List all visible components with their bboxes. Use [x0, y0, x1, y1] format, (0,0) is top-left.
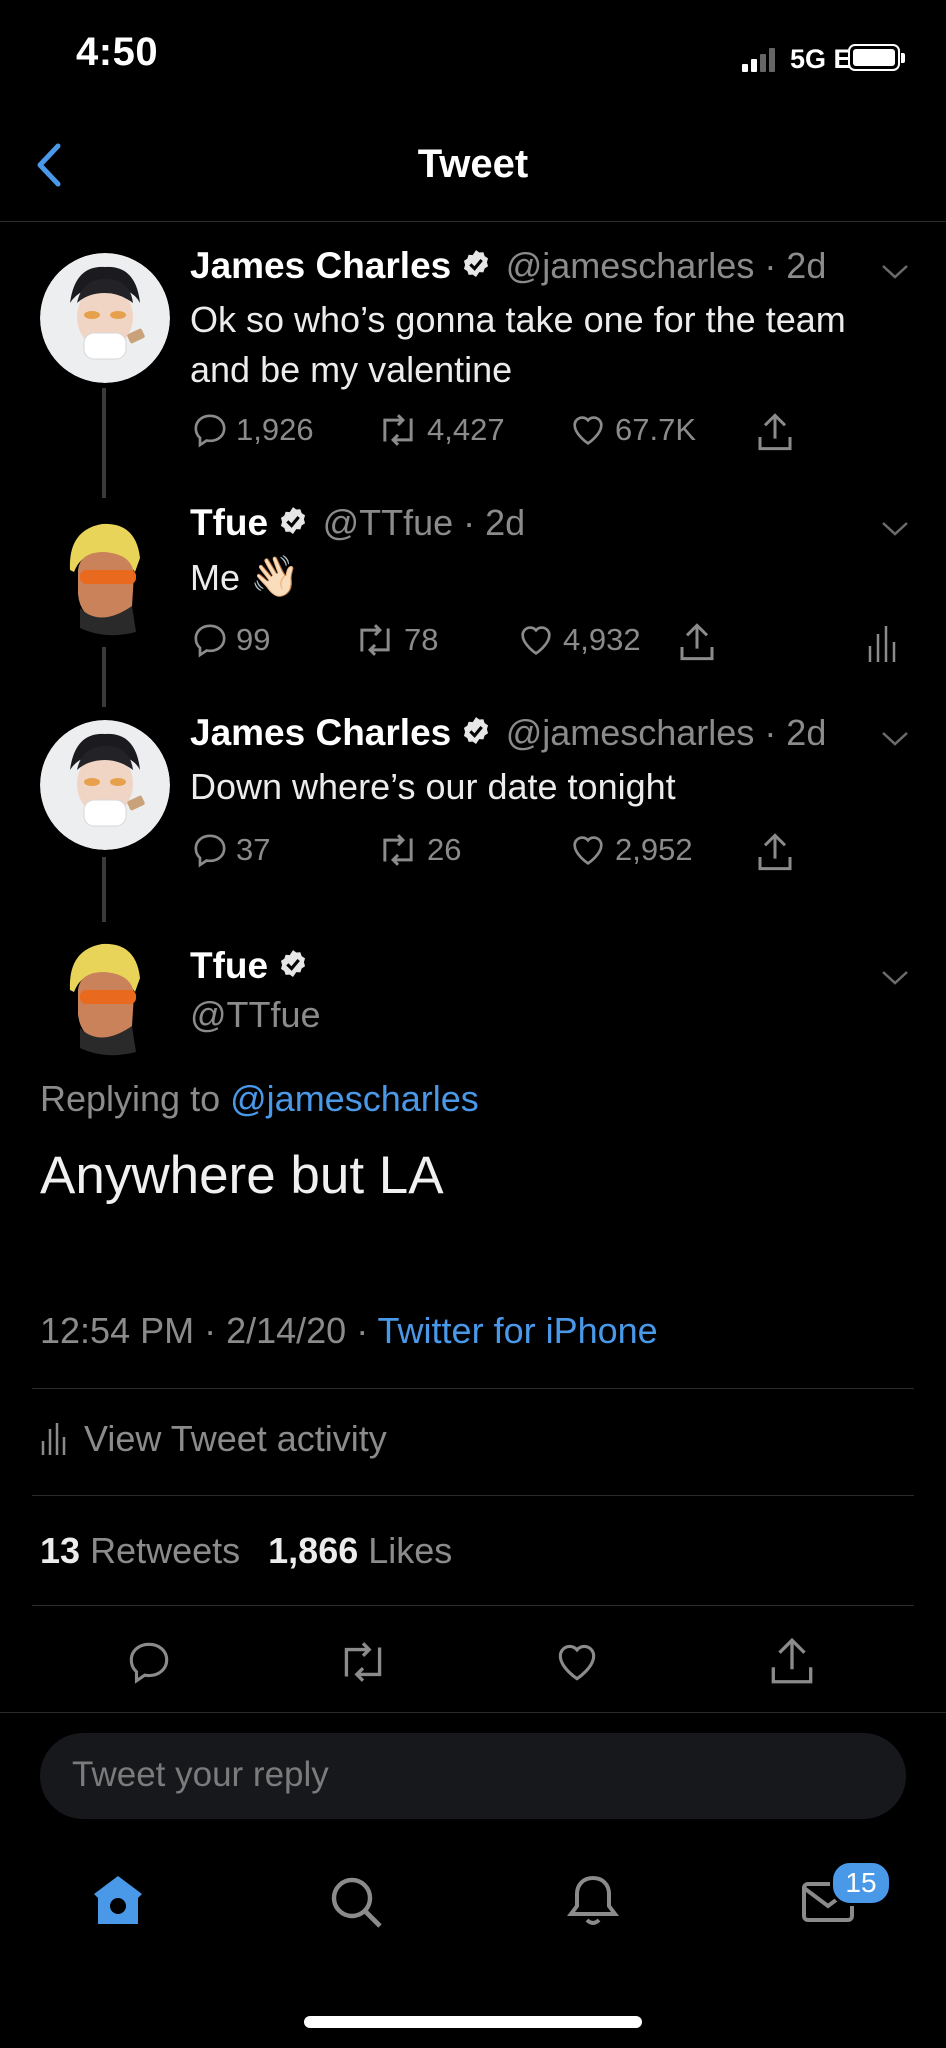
analytics-icon[interactable]	[866, 624, 896, 664]
reply-action[interactable]: 37	[190, 830, 270, 870]
verified-badge-icon	[281, 507, 306, 535]
thread-line	[102, 857, 106, 922]
engagement-stats: 13 Retweets 1,866 Likes	[40, 1530, 452, 1572]
replying-to: Replying to @jamescharles	[40, 1078, 479, 1119]
share-icon[interactable]	[677, 620, 717, 664]
retweet-action[interactable]: 78	[352, 620, 438, 660]
source-link[interactable]: Twitter for iPhone	[378, 1310, 658, 1351]
share-icon[interactable]	[755, 410, 795, 454]
view-activity-button[interactable]: View Tweet activity	[40, 1418, 387, 1460]
reply-icon	[194, 834, 226, 868]
retweet-icon	[360, 624, 390, 656]
reply-placeholder: Tweet your reply	[72, 1755, 329, 1794]
divider	[32, 1388, 914, 1389]
reply-action[interactable]: 99	[190, 620, 270, 660]
tweet-header: Tfue @TTfue · 2d	[190, 502, 870, 544]
handle: @jamescharles · 2d	[505, 712, 827, 753]
main-tweet-author[interactable]: Tfue	[190, 945, 310, 987]
display-name[interactable]: Tfue	[190, 945, 268, 986]
retweet-action[interactable]: 4,427	[375, 410, 505, 450]
heart-icon	[573, 416, 603, 445]
avatar-jamescharles[interactable]	[40, 253, 170, 383]
thread-line	[102, 647, 106, 707]
reply-icon	[194, 414, 226, 448]
avatar-tfue[interactable]	[40, 510, 170, 640]
retweet-icon[interactable]	[334, 1637, 392, 1687]
share-icon[interactable]	[755, 830, 795, 874]
analytics-icon	[41, 1423, 66, 1455]
share-icon[interactable]	[767, 1634, 817, 1688]
heart-icon	[521, 626, 551, 655]
likes-stat[interactable]: 1,866 Likes	[268, 1530, 452, 1571]
chevron-down-icon[interactable]	[880, 519, 910, 539]
verified-badge-icon	[464, 250, 489, 278]
display-name[interactable]: James Charles	[190, 245, 451, 286]
like-action[interactable]: 2,952	[567, 830, 693, 870]
page-title: Tweet	[417, 142, 529, 186]
tweet-text: Ok so who’s gonna take one for the team …	[190, 299, 846, 390]
retweet-icon	[383, 414, 413, 446]
retweets-stat[interactable]: 13 Retweets	[40, 1530, 240, 1571]
notifications-icon[interactable]	[565, 1872, 621, 1928]
like-action[interactable]: 4,932	[515, 620, 641, 660]
chevron-down-icon[interactable]	[880, 729, 910, 749]
display-name[interactable]: James Charles	[190, 712, 451, 753]
handle: @jamescharles · 2d	[505, 245, 827, 286]
tweet-text: Down where’s our date tonight	[190, 766, 676, 807]
reply-icon[interactable]	[124, 1637, 174, 1687]
waving-hand-emoji: 👋🏻	[250, 555, 300, 599]
signal-icon	[742, 48, 778, 72]
replying-to-link[interactable]: @jamescharles	[230, 1078, 479, 1119]
chevron-down-icon[interactable]	[880, 262, 910, 282]
retweet-action[interactable]: 26	[375, 830, 461, 870]
avatar-jamescharles[interactable]	[40, 720, 170, 850]
divider	[32, 1605, 914, 1606]
status-time: 4:50	[76, 30, 159, 74]
verified-badge-icon	[281, 950, 306, 978]
chevron-down-icon[interactable]	[880, 968, 910, 988]
messages-badge: 15	[830, 1860, 892, 1906]
network-label: 5G E	[790, 44, 852, 74]
heart-icon	[573, 836, 603, 865]
home-indicator	[304, 2016, 642, 2028]
home-icon[interactable]	[90, 1872, 146, 1928]
tweet-meta: 12:54 PM · 2/14/20 · Twitter for iPhone	[40, 1310, 658, 1352]
main-tweet-text: Anywhere but LA	[40, 1146, 444, 1205]
handle: @TTfue · 2d	[322, 502, 526, 543]
reply-action[interactable]: 1,926	[190, 410, 314, 450]
tweet-header: James Charles @jamescharles · 2d	[190, 712, 910, 754]
search-icon[interactable]	[328, 1874, 384, 1930]
thread-line	[102, 388, 106, 498]
timestamp: 12:54 PM · 2/14/20 ·	[40, 1310, 369, 1351]
handle: @TTfue	[190, 994, 321, 1035]
display-name[interactable]: Tfue	[190, 502, 268, 543]
nav-divider	[0, 221, 946, 222]
like-action[interactable]: 67.7K	[567, 410, 696, 450]
tweet-header: James Charles @jamescharles · 2d	[190, 245, 910, 287]
reply-icon	[194, 624, 226, 658]
tweet-text: Me 👋🏻	[190, 555, 300, 599]
retweet-icon	[383, 834, 413, 866]
heart-icon[interactable]	[552, 1637, 602, 1687]
verified-badge-icon	[464, 717, 489, 745]
divider	[0, 1712, 946, 1713]
avatar-tfue[interactable]	[40, 930, 170, 1060]
battery-icon	[848, 44, 905, 71]
divider	[32, 1495, 914, 1496]
